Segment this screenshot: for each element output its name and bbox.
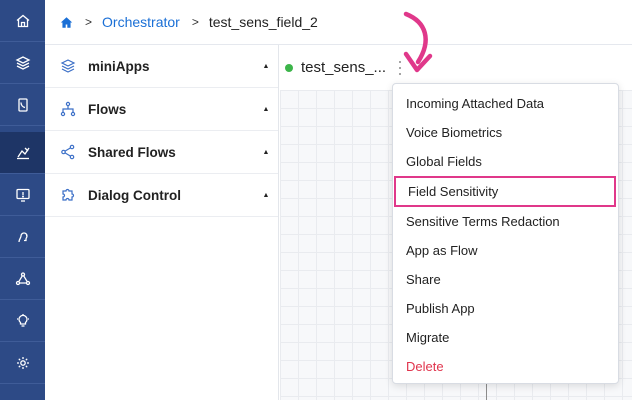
phone-book-icon (17, 97, 28, 112)
stack-icon (60, 58, 76, 74)
caret-up-icon[interactable]: ▲ (254, 192, 278, 199)
rail-lightbulb-button[interactable] (0, 300, 45, 342)
rail-settings-button[interactable] (0, 342, 45, 384)
menu-item-migrate[interactable]: Migrate (393, 323, 618, 352)
share-icon (60, 144, 76, 160)
panel-item-label: Flows (88, 101, 127, 117)
panel-item-shared-flows[interactable]: Shared Flows ▲ (45, 131, 278, 174)
breadcrumb-separator: > (191, 15, 199, 29)
menu-item-sensitive-terms-redaction[interactable]: Sensitive Terms Redaction (393, 207, 618, 236)
menu-item-field-sensitivity[interactable]: Field Sensitivity (394, 176, 616, 207)
panel-item-dialog-control[interactable]: Dialog Control ▲ (45, 174, 278, 217)
app-title: test_sens_... (301, 59, 387, 76)
menu-item-global-fields[interactable]: Global Fields (393, 147, 618, 176)
breadcrumb: > Orchestrator > test_sens_field_2 (45, 0, 632, 45)
home-icon (16, 14, 29, 27)
menu-item-delete[interactable]: Delete (393, 352, 618, 381)
menu-item-incoming-attached-data[interactable]: Incoming Attached Data (393, 89, 618, 118)
panel-item-label: Dialog Control (88, 187, 181, 203)
rail-home-button[interactable] (0, 0, 45, 42)
rail-chart-edit-button[interactable] (0, 132, 45, 174)
status-indicator (285, 63, 293, 72)
breadcrumb-current: test_sens_field_2 (208, 14, 318, 30)
network-icon (15, 271, 30, 285)
rail-layers-button[interactable] (0, 42, 45, 84)
annotation-arrow-icon (403, 11, 433, 73)
panel-item-flows[interactable]: Flows ▲ (45, 88, 278, 131)
rail-monitor-button[interactable] (0, 174, 45, 216)
breadcrumb-orchestrator-link[interactable]: Orchestrator (102, 14, 180, 30)
panel-item-label: Shared Flows (88, 144, 176, 160)
menu-item-publish-app[interactable]: Publish App (393, 294, 618, 323)
app-options-menu: Incoming Attached Data Voice Biometrics … (392, 83, 619, 384)
layers-icon (15, 55, 30, 70)
home-icon (60, 16, 73, 28)
puzzle-icon (60, 187, 76, 203)
panel-item-label: miniApps (88, 58, 150, 74)
caret-up-icon[interactable]: ▲ (254, 106, 278, 113)
menu-item-voice-biometrics[interactable]: Voice Biometrics (393, 118, 618, 147)
rail-network-button[interactable] (0, 258, 45, 300)
lightbulb-icon (16, 313, 29, 327)
rail-voice-profile-button[interactable] (0, 216, 45, 258)
caret-up-icon[interactable]: ▲ (254, 63, 278, 70)
flow-icon (60, 101, 76, 117)
settings-cog-icon (16, 356, 29, 369)
rail-phone-book-button[interactable] (0, 84, 45, 126)
caret-up-icon[interactable]: ▲ (254, 149, 278, 156)
voice-profile-icon (17, 231, 28, 242)
breadcrumb-separator: > (85, 15, 93, 29)
chart-edit-icon (16, 147, 30, 159)
panel-item-miniapps[interactable]: miniApps ▲ (45, 45, 278, 88)
menu-item-share[interactable]: Share (393, 265, 618, 294)
menu-item-app-as-flow[interactable]: App as Flow (393, 236, 618, 265)
left-rail (0, 0, 45, 400)
components-panel: miniApps ▲ Flows ▲ Shared Flows ▲ Dialog… (45, 45, 279, 400)
breadcrumb-home-link[interactable] (60, 16, 73, 29)
monitor-message-icon (15, 188, 30, 202)
app-root: > Orchestrator > test_sens_field_2 miniA… (0, 0, 632, 400)
